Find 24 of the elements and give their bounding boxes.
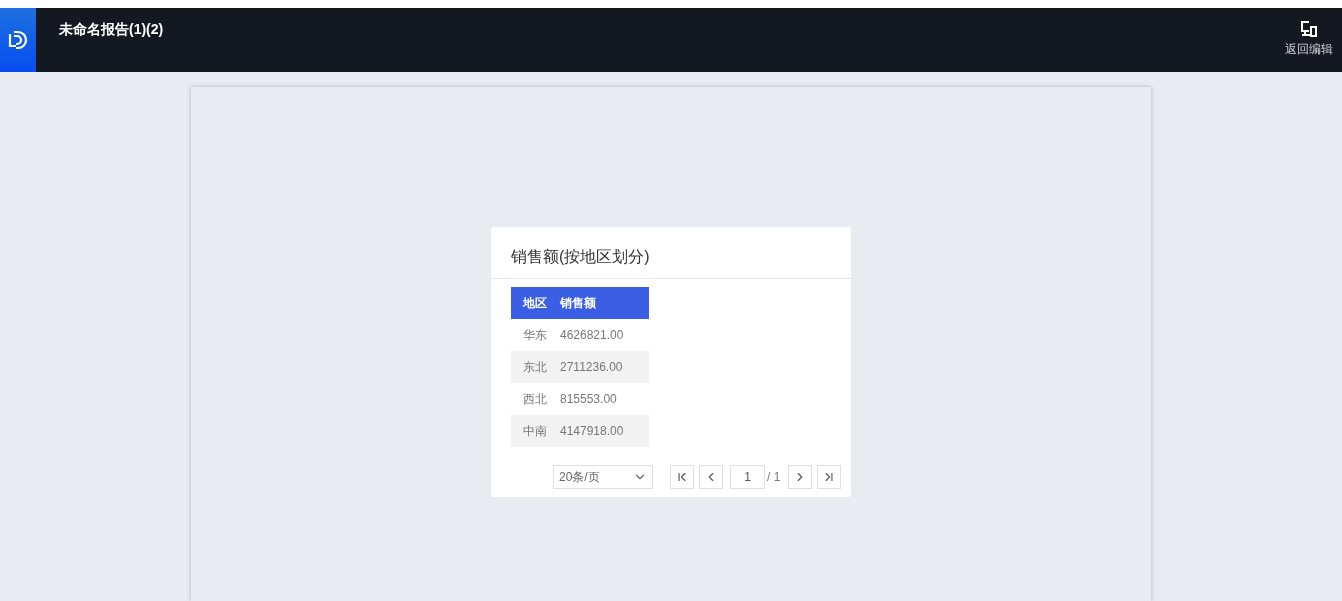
first-page-icon [675,470,689,484]
table-cell-text: 815553.00 [560,391,617,408]
widget-title: 销售额(按地区划分) [511,247,650,267]
table-cell-text: 东北 [522,359,548,376]
last-page-button[interactable] [817,465,841,489]
column-header: 地区 [521,295,548,312]
logo-icon [7,29,29,51]
page-number-field[interactable]: 1 [730,465,765,489]
report-title: 未命名报告(1)(2) [59,21,164,37]
table-cell-text: 4626821.00 [560,327,624,344]
last-page-icon [822,470,836,484]
back-to-edit-button[interactable]: 返回编辑 [1276,8,1342,72]
monitor-icon [1300,20,1318,38]
column-header: 销售额 [560,295,596,312]
page-size-select[interactable]: 20条/页 [553,465,653,489]
table-cell-text: 华东 [522,327,548,344]
table-cell-text: 4147918.00 [560,423,624,440]
table-cell-text: 2711236.00 [560,359,623,376]
table-cell-text: 中南 [522,423,548,440]
table-cell-text: 西北 [522,391,548,408]
previous-page-button[interactable] [699,465,723,489]
next-page-button[interactable] [788,465,812,489]
first-page-button[interactable] [670,465,694,489]
page-total: / 1 [767,469,782,486]
